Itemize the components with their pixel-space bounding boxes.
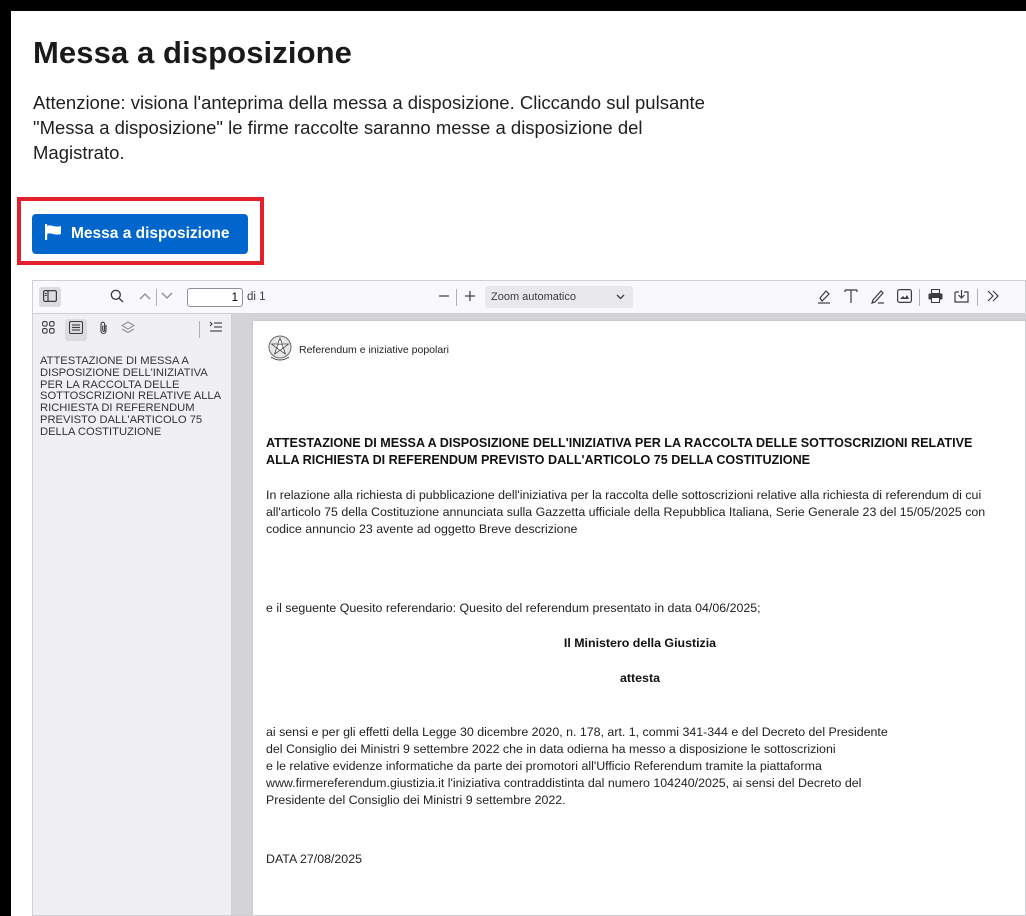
image-tool-button[interactable] — [895, 288, 913, 306]
pdf-viewer: di 1 Zoom automatico — [32, 280, 1026, 916]
highlight-button[interactable] — [815, 288, 833, 306]
document-header-text: Referendum e iniziative popolari — [299, 343, 449, 356]
minus-icon — [438, 290, 450, 305]
paragraph-line: ai sensi e per gli effetti della Legge 3… — [266, 725, 888, 739]
list-icon — [68, 320, 84, 339]
page-title: Messa a disposizione — [33, 35, 352, 70]
layers-icon — [120, 321, 136, 339]
paragraph-line: e le relative evidenze informatiche da p… — [266, 759, 822, 773]
page-total-label: di 1 — [247, 291, 266, 303]
paragraph-line: del Consiglio dei Ministri 9 settembre 2… — [266, 742, 836, 756]
previous-page-button[interactable] — [138, 290, 152, 304]
document-date: DATA 27/08/2025 — [266, 852, 362, 866]
search-icon — [110, 289, 124, 306]
current-outline-item-button[interactable] — [207, 321, 225, 339]
paperclip-icon — [98, 321, 109, 340]
zoom-select-value: Zoom automatico — [491, 291, 576, 303]
document-paragraph-3: ai sensi e per gli effetti della Legge 3… — [266, 724, 1011, 809]
chevron-down-icon — [161, 291, 173, 303]
plus-icon — [464, 290, 476, 305]
chevron-up-icon — [139, 291, 151, 303]
download-icon — [953, 289, 969, 306]
print-icon — [928, 288, 943, 306]
outline-view-button[interactable] — [65, 319, 87, 341]
text-icon — [844, 288, 858, 307]
save-button[interactable] — [952, 288, 970, 306]
outline-find-icon — [209, 321, 223, 339]
outline-item[interactable]: ATTESTAZIONE DI MESSA A DISPOSIZIONE DEL… — [40, 355, 230, 439]
double-chevron-right-icon — [987, 290, 999, 305]
image-icon — [896, 288, 912, 306]
paragraph-line: www.firmereferendum.giustizia.it l'inizi… — [266, 776, 862, 790]
pdf-toolbar: di 1 Zoom automatico — [33, 281, 1025, 314]
thumbnails-view-button[interactable] — [39, 321, 57, 339]
zoom-out-button[interactable] — [436, 289, 452, 305]
document-header: Referendum e iniziative popolari — [267, 333, 449, 366]
document-paragraph-2: e il seguente Quesito referendario: Ques… — [266, 601, 761, 615]
flag-icon — [44, 223, 63, 245]
sidebar-tools — [33, 314, 232, 346]
next-page-button[interactable] — [160, 290, 174, 304]
button-label: Messa a disposizione — [71, 225, 230, 242]
italian-republic-emblem-icon — [267, 333, 293, 366]
layers-view-button[interactable] — [119, 321, 137, 339]
zoom-in-button[interactable] — [462, 289, 478, 305]
document-paragraph-1: In relazione alla richiesta di pubblicaz… — [266, 488, 986, 536]
highlighter-icon — [816, 288, 832, 307]
document-title: ATTESTAZIONE DI MESSA A DISPOSIZIONE DEL… — [266, 436, 973, 467]
search-button[interactable] — [109, 289, 125, 305]
attachments-view-button[interactable] — [94, 321, 112, 339]
window-frame: Messa a disposizione Attenzione: visiona… — [0, 0, 1026, 916]
paragraph-line: Presidente del Consiglio dei Ministri 9 … — [266, 793, 566, 807]
pdf-page: Referendum e iniziative popolari ATTESTA… — [253, 321, 1025, 915]
intro-text: Attenzione: visiona l'anteprima della me… — [33, 92, 705, 163]
thumbnails-icon — [41, 321, 55, 339]
messa-a-disposizione-button[interactable]: Messa a disposizione — [32, 214, 248, 254]
page: Messa a disposizione Attenzione: visiona… — [11, 11, 1026, 916]
pdf-sidebar: ATTESTAZIONE DI MESSA A DISPOSIZIONE DEL… — [33, 314, 232, 915]
text-tool-button[interactable] — [842, 287, 860, 307]
sidebar-toggle-icon — [43, 289, 58, 305]
zoom-select[interactable]: Zoom automatico — [485, 286, 633, 308]
sidebar-toggle-button[interactable] — [39, 287, 61, 307]
print-button[interactable] — [926, 288, 944, 306]
pen-icon — [870, 288, 886, 307]
chevron-down-icon — [616, 291, 625, 303]
draw-tool-button[interactable] — [869, 288, 887, 306]
page-number-input[interactable] — [187, 288, 243, 307]
tools-menu-button[interactable] — [984, 288, 1002, 306]
document-attesta: attesta — [620, 671, 660, 685]
document-ministry: Il Ministero della Giustizia — [563, 636, 717, 650]
